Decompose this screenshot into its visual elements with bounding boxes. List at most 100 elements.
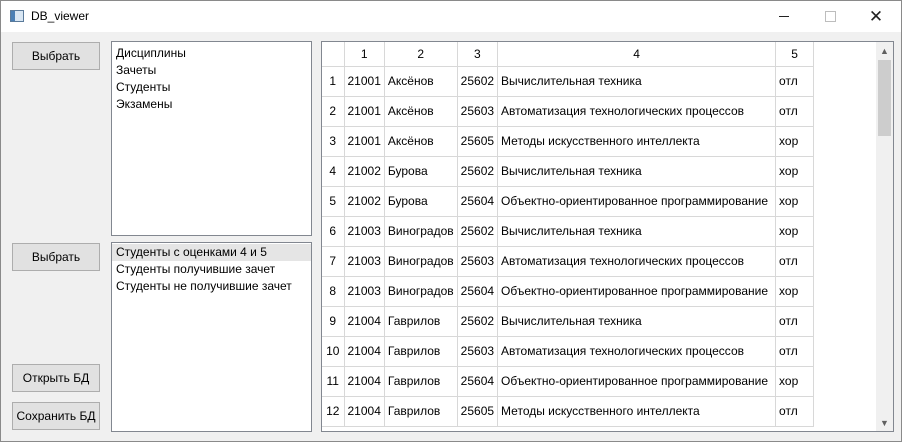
table-cell[interactable]: Методы искусственного интеллекта xyxy=(497,126,777,157)
table-cell[interactable]: 25602 xyxy=(457,216,499,247)
table-cell[interactable]: Объектно-ориентированное программировани… xyxy=(497,276,777,307)
table-cell[interactable]: Аксёнов xyxy=(384,126,458,157)
table-cell[interactable]: хор xyxy=(775,126,815,157)
row-header[interactable]: 1 xyxy=(322,66,345,97)
table-cell[interactable]: 21003 xyxy=(344,246,385,277)
table-cell[interactable]: Вычислительная техника xyxy=(497,66,777,97)
select-table-button[interactable]: Выбрать xyxy=(12,42,100,70)
table-row[interactable]: 2 21001 Аксёнов 25603 Автоматизация технолог… xyxy=(322,96,815,127)
list-item-exams[interactable]: Экзамены xyxy=(112,96,311,113)
table-cell[interactable]: отл xyxy=(775,336,815,367)
table-cell[interactable]: отл xyxy=(775,96,815,127)
open-db-button[interactable]: Открыть БД xyxy=(12,364,100,392)
table-cell[interactable]: Бурова xyxy=(384,156,458,187)
list-item-query-failed[interactable]: Студенты не получившие зачет xyxy=(112,278,311,295)
table-cell[interactable]: 21001 xyxy=(344,96,385,127)
table-cell[interactable]: Виноградов xyxy=(384,216,458,247)
row-header[interactable]: 6 xyxy=(322,216,345,247)
column-header-5[interactable]: 5 xyxy=(775,42,815,67)
column-header-2[interactable]: 2 xyxy=(384,42,458,67)
table-cell[interactable]: Бурова xyxy=(384,186,458,217)
save-db-button[interactable]: Сохранить БД xyxy=(12,402,100,430)
table-cell[interactable]: 25604 xyxy=(457,186,499,217)
table-cell[interactable]: Объектно-ориентированное программировани… xyxy=(497,186,777,217)
select-query-button[interactable]: Выбрать xyxy=(12,243,100,271)
row-header[interactable]: 4 xyxy=(322,156,345,187)
table-cell[interactable]: 25602 xyxy=(457,156,499,187)
table-cell[interactable]: отл xyxy=(775,66,815,97)
column-header-1[interactable]: 1 xyxy=(344,42,385,67)
table-cell[interactable]: Объектно-ориентированное программировани… xyxy=(497,366,777,397)
row-header[interactable]: 9 xyxy=(322,306,345,337)
table-cell[interactable]: 25603 xyxy=(457,246,499,277)
table-cell[interactable]: Вычислительная техника xyxy=(497,216,777,247)
row-header[interactable]: 12 xyxy=(322,396,345,427)
list-item-disciplines[interactable]: Дисциплины xyxy=(112,45,311,62)
table-cell[interactable]: Аксёнов xyxy=(384,66,458,97)
vertical-scrollbar[interactable]: ▲ ▼ xyxy=(876,42,893,431)
table-cell[interactable]: хор xyxy=(775,186,815,217)
row-header[interactable]: 11 xyxy=(322,366,345,397)
table-row[interactable]: 12 21004 Гаврилов 25605 Методы искусственног… xyxy=(322,396,815,427)
chevron-up-icon[interactable]: ▲ xyxy=(876,42,893,59)
row-header[interactable]: 8 xyxy=(322,276,345,307)
table-cell[interactable]: 25605 xyxy=(457,396,499,427)
table-cell[interactable]: Автоматизация технологических процессов xyxy=(497,336,777,367)
table-cell[interactable]: 21004 xyxy=(344,336,385,367)
scroll-thumb[interactable] xyxy=(878,60,891,136)
minimize-button[interactable] xyxy=(761,1,807,32)
table-cell[interactable]: 25602 xyxy=(457,66,499,97)
table-row[interactable]: 6 21003 Виноградов 25602 Вычислительная техн… xyxy=(322,216,815,247)
column-header-3[interactable]: 3 xyxy=(457,42,499,67)
table-row[interactable]: 10 21004 Гаврилов 25603 Автоматизация технол… xyxy=(322,336,815,367)
table-cell[interactable]: Гаврилов xyxy=(384,336,458,367)
table-cell[interactable]: отл xyxy=(775,246,815,277)
table-cell[interactable]: Автоматизация технологических процессов xyxy=(497,96,777,127)
table-cell[interactable]: хор xyxy=(775,366,815,397)
table-cell[interactable]: хор xyxy=(775,156,815,187)
table-cell[interactable]: 21003 xyxy=(344,276,385,307)
table-cell[interactable]: 25604 xyxy=(457,366,499,397)
data-grid[interactable]: 1 2 3 4 5 1 21001 Аксёнов 25602 Вычислительн… xyxy=(321,41,894,432)
table-row[interactable]: 5 21002 Бурова 25604 Объектно-ориентированно… xyxy=(322,186,815,217)
table-cell[interactable]: 21004 xyxy=(344,396,385,427)
table-cell[interactable]: 25602 xyxy=(457,306,499,337)
table-cell[interactable]: отл xyxy=(775,396,815,427)
table-row[interactable]: 7 21003 Виноградов 25603 Автоматизация техно… xyxy=(322,246,815,277)
table-cell[interactable]: Гаврилов xyxy=(384,306,458,337)
table-cell[interactable]: Гаврилов xyxy=(384,396,458,427)
table-cell[interactable]: 25605 xyxy=(457,126,499,157)
table-row[interactable]: 4 21002 Бурова 25602 Вычислительная техника х… xyxy=(322,156,815,187)
list-item-query-passed[interactable]: Студенты получившие зачет xyxy=(112,261,311,278)
close-button[interactable]: ✕ xyxy=(853,1,899,32)
table-cell[interactable]: Вычислительная техника xyxy=(497,156,777,187)
row-header[interactable]: 5 xyxy=(322,186,345,217)
title-bar[interactable]: DB_viewer ✕ xyxy=(1,1,901,32)
row-header[interactable]: 10 xyxy=(322,336,345,367)
list-item-query-grades[interactable]: Студенты с оценками 4 и 5 xyxy=(112,244,311,261)
list-item-credits[interactable]: Зачеты xyxy=(112,62,311,79)
table-cell[interactable]: хор xyxy=(775,216,815,247)
table-cell[interactable]: 21001 xyxy=(344,66,385,97)
table-row[interactable]: 8 21003 Виноградов 25604 Объектно-ориентиров… xyxy=(322,276,815,307)
table-cell[interactable]: Виноградов xyxy=(384,276,458,307)
corner-header[interactable] xyxy=(322,42,345,67)
table-cell[interactable]: 21002 xyxy=(344,156,385,187)
table-cell[interactable]: 21004 xyxy=(344,306,385,337)
table-row[interactable]: 11 21004 Гаврилов 25604 Объектно-ориентирова… xyxy=(322,366,815,397)
table-cell[interactable]: 21002 xyxy=(344,186,385,217)
row-header[interactable]: 7 xyxy=(322,246,345,277)
table-row[interactable]: 1 21001 Аксёнов 25602 Вычислительная техника… xyxy=(322,66,815,97)
row-header[interactable]: 3 xyxy=(322,126,345,157)
table-cell[interactable]: Аксёнов xyxy=(384,96,458,127)
table-cell[interactable]: 21004 xyxy=(344,366,385,397)
column-header-4[interactable]: 4 xyxy=(497,42,777,67)
tables-list[interactable]: Дисциплины Зачеты Студенты Экзамены xyxy=(111,41,312,236)
row-header[interactable]: 2 xyxy=(322,96,345,127)
table-cell[interactable]: Виноградов xyxy=(384,246,458,277)
table-cell[interactable]: 25603 xyxy=(457,96,499,127)
table-cell[interactable]: Гаврилов xyxy=(384,366,458,397)
table-cell[interactable]: Методы искусственного интеллекта xyxy=(497,396,777,427)
table-cell[interactable]: отл xyxy=(775,306,815,337)
table-cell[interactable]: Вычислительная техника xyxy=(497,306,777,337)
